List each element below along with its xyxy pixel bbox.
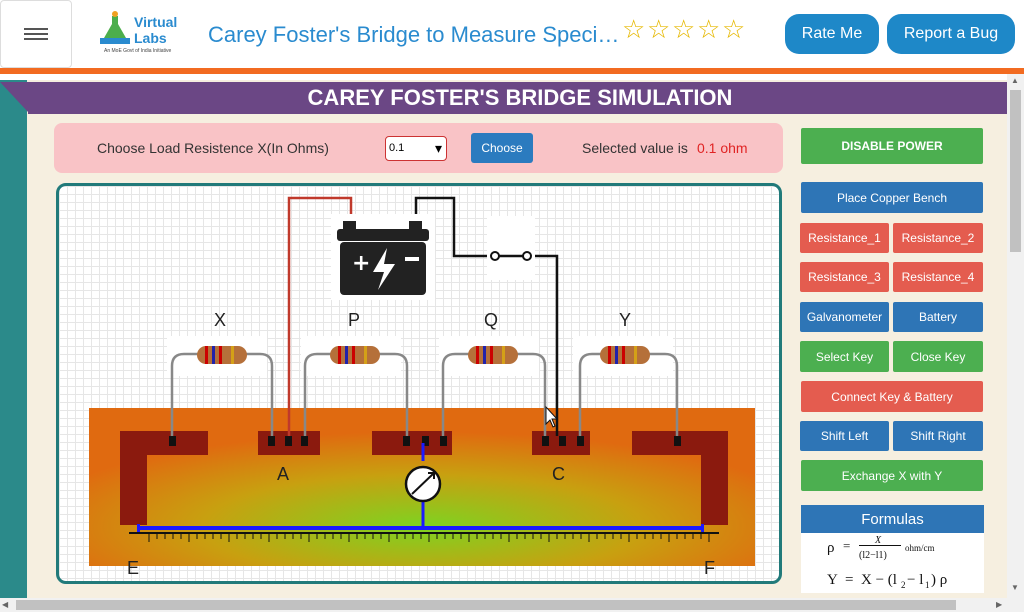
battery-icon[interactable]: + bbox=[331, 214, 435, 300]
resistance-4-button[interactable]: Resistance_4 bbox=[893, 262, 983, 292]
choose-button[interactable]: Choose bbox=[471, 133, 533, 163]
scroll-left-icon[interactable]: ◀ bbox=[2, 600, 8, 609]
svg-text:ρ: ρ bbox=[827, 540, 835, 556]
connect-key-battery-button[interactable]: Connect Key & Battery bbox=[801, 381, 983, 412]
key-switch-icon[interactable] bbox=[487, 216, 535, 280]
svg-text:ohm/cm: ohm/cm bbox=[905, 543, 935, 553]
menu-button[interactable] bbox=[0, 0, 72, 68]
bridge-wire bbox=[138, 526, 704, 530]
end-f-label: F bbox=[704, 558, 715, 578]
resistance-1-button[interactable]: Resistance_1 bbox=[800, 223, 889, 253]
hamburger-icon bbox=[24, 25, 48, 43]
scroll-up-icon[interactable]: ▲ bbox=[1011, 76, 1019, 85]
resistance-3-button[interactable]: Resistance_3 bbox=[800, 262, 889, 292]
svg-text:Y: Y bbox=[827, 572, 838, 588]
galvanometer-button[interactable]: Galvanometer bbox=[800, 302, 889, 332]
meter-scale bbox=[129, 532, 719, 534]
logo-subtext: An MoE Govt of India Initiative bbox=[104, 48, 172, 54]
star-icon[interactable]: ☆ bbox=[622, 14, 645, 44]
svg-text:(l2−l1): (l2−l1) bbox=[859, 550, 887, 561]
top-header: Virtual Labs An MoE Govt of India Initia… bbox=[0, 0, 1024, 68]
place-copper-bench-button[interactable]: Place Copper Bench bbox=[801, 182, 983, 213]
report-bug-button[interactable]: Report a Bug bbox=[887, 14, 1015, 54]
formulas-header: Formulas bbox=[801, 505, 984, 533]
selected-label: Selected value is bbox=[582, 140, 688, 156]
load-resistance-select[interactable]: 0.1 bbox=[385, 136, 447, 161]
selected-value: 0.1 ohm bbox=[697, 140, 748, 156]
left-accent-bar bbox=[0, 80, 27, 612]
svg-text:− l: − l bbox=[907, 572, 923, 588]
end-e-label: E bbox=[127, 558, 139, 578]
svg-text:X − (l: X − (l bbox=[861, 572, 897, 588]
resistor-p-label: P bbox=[348, 310, 360, 330]
terminal-a-label: A bbox=[277, 464, 289, 484]
vertical-scroll-thumb[interactable] bbox=[1010, 90, 1021, 252]
svg-text:1: 1 bbox=[925, 580, 930, 590]
select-key-button[interactable]: Select Key bbox=[800, 341, 889, 372]
simulation-canvas[interactable]: + X P Q Y A C E F bbox=[56, 183, 782, 584]
resistor-x-label: X bbox=[214, 310, 226, 330]
svg-text:) ρ: ) ρ bbox=[931, 572, 947, 588]
star-icon[interactable]: ☆ bbox=[672, 14, 695, 44]
rate-me-button[interactable]: Rate Me bbox=[785, 14, 879, 54]
simulation-title: CAREY FOSTER'S BRIDGE SIMULATION bbox=[307, 85, 733, 110]
exchange-x-y-button[interactable]: Exchange X with Y bbox=[801, 460, 983, 491]
load-control-bar: Choose Load Resistence X(In Ohms) 0.1 Ch… bbox=[54, 123, 783, 173]
star-icon[interactable]: ☆ bbox=[647, 14, 670, 44]
shift-right-button[interactable]: Shift Right bbox=[893, 421, 983, 451]
horizontal-scroll-thumb[interactable] bbox=[16, 600, 956, 610]
star-icon[interactable]: ☆ bbox=[722, 14, 745, 44]
virtual-labs-logo[interactable]: Virtual Labs An MoE Govt of India Initia… bbox=[98, 10, 182, 56]
formula-box: ρ = X (l2−l1) ohm/cm Y = X − (l 2 − l 1 … bbox=[801, 533, 984, 593]
scroll-right-icon[interactable]: ▶ bbox=[996, 600, 1002, 609]
disable-power-button[interactable]: DISABLE POWER bbox=[801, 128, 983, 164]
terminal-c-label: C bbox=[552, 464, 565, 484]
resistance-2-button[interactable]: Resistance_2 bbox=[893, 223, 983, 253]
logo-text: Virtual Labs bbox=[134, 14, 178, 46]
experiment-title: Carey Foster's Bridge to Measure Specifi… bbox=[208, 22, 620, 47]
shift-left-button[interactable]: Shift Left bbox=[800, 421, 889, 451]
svg-text:+: + bbox=[352, 251, 370, 276]
app-frame: Virtual Labs An MoE Govt of India Initia… bbox=[0, 0, 1024, 612]
scroll-down-icon[interactable]: ▼ bbox=[1011, 583, 1019, 592]
load-label: Choose Load Resistence X(In Ohms) bbox=[97, 140, 329, 156]
header-stripe bbox=[0, 68, 1024, 74]
svg-text:2: 2 bbox=[901, 580, 906, 590]
resistor-y-label: Y bbox=[619, 310, 631, 330]
rating-stars[interactable]: ☆ ☆ ☆ ☆ ☆ bbox=[622, 14, 745, 44]
svg-text:=: = bbox=[843, 538, 850, 553]
resistor-q-label: Q bbox=[484, 310, 498, 330]
close-key-button[interactable]: Close Key bbox=[893, 341, 983, 372]
formula-graphic: ρ = X (l2−l1) ohm/cm Y = X − (l 2 − l 1 … bbox=[827, 535, 947, 590]
star-icon[interactable]: ☆ bbox=[697, 14, 720, 44]
svg-text:X: X bbox=[874, 535, 882, 546]
battery-button[interactable]: Battery bbox=[893, 302, 983, 332]
svg-text:=: = bbox=[845, 572, 853, 588]
